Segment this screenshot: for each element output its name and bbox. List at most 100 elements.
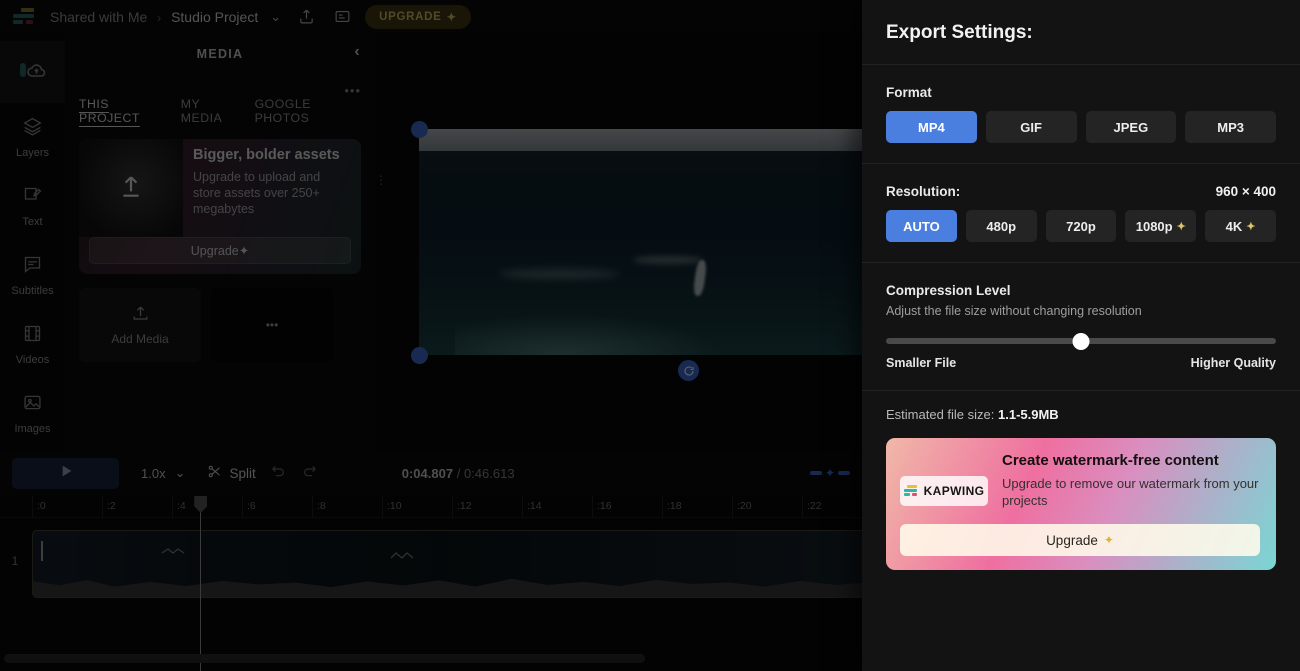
resolution-option-720p[interactable]: 720p (1045, 210, 1117, 242)
timeline-ruler[interactable]: :0:2:4:6:8:10:12:14:16:18:20:22 (0, 496, 862, 518)
format-option-mp3[interactable]: MP3 (1185, 111, 1276, 143)
ruler-tick: :4 (172, 496, 186, 518)
playback-speed-dropdown[interactable]: 1.0x ⌄ (133, 465, 193, 481)
slider-min-label: Smaller File (886, 356, 957, 370)
clip-marker (41, 541, 43, 561)
project-menu-caret-icon[interactable]: ⌄ (268, 9, 283, 25)
tab-google-photos[interactable]: GOOGLE PHOTOS (255, 97, 361, 125)
media-tabs: THIS PROJECT MY MEDIA GOOGLE PHOTOS (65, 75, 375, 125)
sidebar-item-layers[interactable]: Layers (0, 103, 65, 172)
kapwing-logo-icon (12, 7, 40, 27)
presentation-icon[interactable] (329, 4, 355, 30)
resolution-option-1080p[interactable]: 1080p ✦ (1125, 210, 1197, 242)
resolution-option-label: 1080p (1135, 218, 1173, 234)
thumbnail-placeholder: ••• (265, 318, 279, 332)
compression-slider[interactable] (886, 332, 1276, 350)
track-number: 1 (11, 556, 19, 568)
format-option-jpeg[interactable]: JPEG (1085, 111, 1177, 143)
media-panel-header: MEDIA ‹ (65, 33, 375, 75)
format-section: Format MP4 GIF JPEG MP3 (862, 65, 1300, 164)
assets-promo-card[interactable]: Bigger, bolder assets Upgrade to upload … (79, 139, 361, 274)
share-icon[interactable] (293, 4, 319, 30)
resolution-option-480p[interactable]: 480p (965, 210, 1037, 242)
redo-icon[interactable] (302, 463, 318, 484)
zoom-fit-icon: ✦ (824, 466, 835, 480)
format-option-mp4[interactable]: MP4 (886, 111, 977, 143)
ruler-tick: :22 (802, 496, 822, 518)
tab-my-media[interactable]: MY MEDIA (181, 97, 241, 125)
tab-this-project[interactable]: THIS PROJECT (79, 97, 167, 125)
ruler-tick: :10 (382, 496, 402, 518)
upgrade-label: UPGRADE (379, 10, 442, 23)
selection-handle-bottom-left[interactable] (411, 347, 428, 364)
upload-arrow-icon (118, 174, 144, 202)
time-separator: / (456, 465, 461, 481)
upgrade-button[interactable]: UPGRADE ✦ (365, 4, 471, 29)
sparkle-icon: ✦ (1176, 220, 1186, 233)
rail-item-media[interactable] (0, 41, 65, 103)
resolution-option-auto[interactable]: AUTO (886, 210, 957, 242)
resolution-option-label: 4K (1225, 218, 1243, 234)
upload-icon (131, 304, 150, 326)
breadcrumb-current[interactable]: Studio Project (171, 9, 258, 25)
split-label: Split (229, 465, 256, 481)
collapse-panel-icon[interactable]: ‹ (354, 43, 361, 61)
video-preview[interactable] (419, 129, 864, 355)
ruler-tick: :8 (312, 496, 326, 518)
sparkle-icon: ✦ (446, 11, 457, 24)
preview-foam (499, 269, 620, 280)
videos-icon (22, 323, 43, 349)
resolution-option-4k[interactable]: 4K ✦ (1205, 210, 1276, 242)
resolution-section: Resolution: 960 × 400 AUTO 480p 720p 108… (862, 164, 1300, 263)
promo-upgrade-button[interactable]: Upgrade ✦ (89, 237, 351, 264)
format-option-label: JPEG (1113, 119, 1149, 135)
timeline[interactable]: :0:2:4:6:8:10:12:14:16:18:20:22 1 (0, 496, 937, 671)
ruler-tick: :18 (662, 496, 682, 518)
selection-handle-top-left[interactable] (411, 121, 428, 138)
resolution-label: Resolution: (886, 184, 961, 199)
timeline-horizontal-scrollbar[interactable] (4, 654, 645, 663)
watermark-upsell-card[interactable]: KAPWING Create watermark-free content Up… (886, 438, 1276, 571)
ruler-tick: :14 (522, 496, 542, 518)
sidebar-item-label: Images (14, 423, 51, 435)
media-panel: MEDIA ‹ ••• THIS PROJECT MY MEDIA GOOGLE… (65, 33, 375, 450)
add-media-label: Add Media (111, 332, 169, 346)
media-more-options-icon[interactable]: ••• (344, 83, 361, 98)
media-thumbnail-tile[interactable]: ••• (211, 288, 333, 362)
timeline-playhead[interactable] (194, 496, 208, 671)
sidebar-item-subtitles[interactable]: Subtitles (0, 241, 65, 310)
ruler-tick: :6 (242, 496, 256, 518)
timeline-clip[interactable] (32, 530, 937, 598)
format-option-label: GIF (1020, 119, 1042, 135)
watermark-heading: Create watermark-free content (1002, 452, 1219, 469)
text-icon (22, 185, 43, 211)
promo-heading: Bigger, bolder assets (193, 147, 340, 163)
format-option-label: MP4 (918, 119, 945, 135)
sidebar-item-videos[interactable]: Videos (0, 310, 65, 379)
undo-icon[interactable] (270, 463, 286, 484)
canvas-area[interactable]: ⋮ (375, 33, 864, 450)
sparkle-icon: ✦ (1103, 533, 1114, 548)
timeline-zoom-control[interactable]: ✦ (809, 466, 850, 480)
timecode-display: 0:04.807 / 0:46.613 (402, 466, 515, 481)
sidebar-item-images[interactable]: Images (0, 379, 65, 448)
chevron-down-icon: ⌄ (174, 465, 186, 480)
promo-body: Upgrade to upload and store assets over … (193, 169, 321, 217)
breadcrumb-separator: › (157, 10, 162, 25)
watermark-upgrade-button[interactable]: Upgrade ✦ (900, 524, 1260, 557)
format-label: Format (886, 85, 932, 100)
slider-thumb[interactable] (1072, 333, 1090, 350)
sidebar-item-text[interactable]: Text (0, 172, 65, 241)
compression-label: Compression Level (886, 283, 1011, 298)
subtitles-icon (22, 254, 43, 280)
preview-sky (419, 129, 864, 151)
clip-thumbnail-bird (161, 543, 187, 554)
breadcrumb-root[interactable]: Shared with Me (50, 9, 147, 25)
rotate-handle-icon[interactable] (678, 360, 699, 381)
add-media-tile[interactable]: Add Media (79, 288, 201, 362)
resolution-option-label: 480p (986, 218, 1017, 234)
format-option-gif[interactable]: GIF (985, 111, 1077, 143)
sidebar-item-label: Layers (15, 147, 50, 159)
split-button[interactable]: Split (207, 464, 256, 482)
play-button[interactable] (12, 457, 119, 489)
